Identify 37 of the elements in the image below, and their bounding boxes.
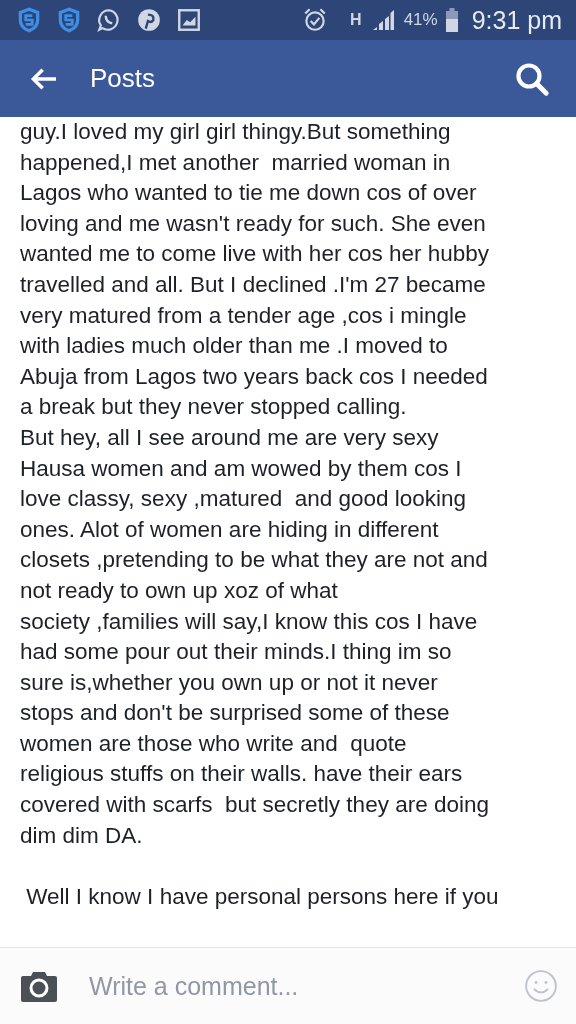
post-text-line: happened,I met another married woman in [20,148,452,177]
post-text-line: Lagos who wanted to tie me down cos of over [20,179,478,208]
post-text-line: society ,families will say,I know this cos I have [20,607,479,636]
post-text-line: a break but they never stopped calling. [20,393,408,422]
page-title: Posts [90,63,157,94]
post-text-line: travelled and all. But I declined .I'm 27 became [20,270,487,299]
post-text-line: wanted me to come live with her cos her hubby [20,240,490,269]
post-text-line: love classy, sexy ,matured and good looking [20,485,468,514]
camera-icon[interactable] [19,970,59,1002]
post-text-line: women are those who write and quote [20,729,408,758]
post-text-line: sure is,whether you own up or not it never [20,668,439,697]
post-text-line: Hausa women and am wowed by them cos I [20,454,463,483]
post-text-line: ones. Alot of women are hiding in different [20,515,440,544]
post-text-line: dim dim DA. [20,821,144,850]
post-text-line: closets ,pretending to be what they are not and [20,546,489,575]
post-text-line: had some pour out their minds.I thing im so [20,638,453,667]
shield-icon [16,7,42,33]
post-text-line: stops and don't be surprised some of these [20,699,451,728]
post-text-line: loving and me wasn't ready for such. She even [20,209,487,238]
post-text-line: Well I know I have personal persons here if you [25,882,500,911]
shield-icon [56,7,82,33]
post-text-line: not ready to own up xoz of what [20,576,339,605]
post-text-line: Abuja from Lagos two years back cos I needed [20,362,489,391]
search-icon[interactable] [514,60,550,97]
post-text-line: covered with scarfs but secretly they are doing [20,791,490,820]
post-text-line: very matured from a tender age ,cos i mingle [20,301,468,330]
comment-field[interactable]: Write a comment... [89,971,524,1001]
image-icon [176,7,202,33]
post-text-line: with ladies much older than me .I moved to [20,332,449,361]
post-text-line: guy.I loved my girl girl thingy.But something [20,118,452,146]
network-type: H [350,11,362,29]
status-time: 9:31 pm [471,5,562,35]
battery-percentage: 41% [403,10,438,30]
battery-icon [445,8,458,32]
chat-bubble-icon [96,7,122,33]
post-text-line: But hey, all I see around me are very sexy [20,423,440,452]
post-text-line: religious stuffs on their walls. have their ears [20,760,464,789]
